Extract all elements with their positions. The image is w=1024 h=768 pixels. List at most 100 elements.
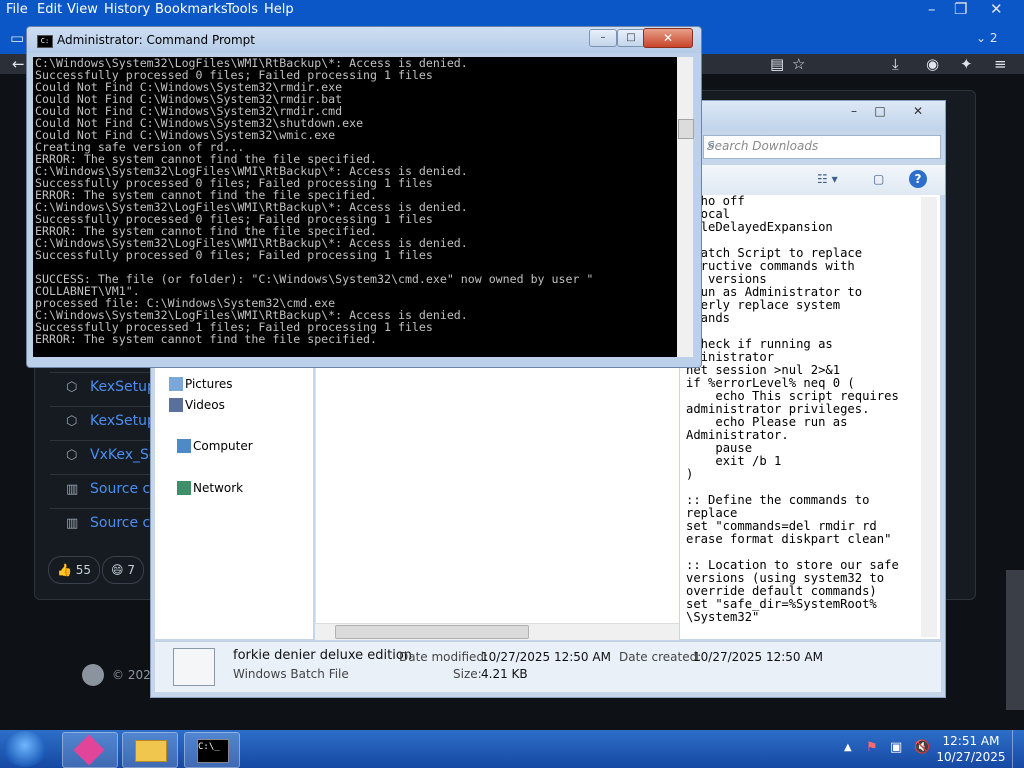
- maximize-button[interactable]: □: [863, 102, 897, 120]
- view-options-icon[interactable]: ☷ ▾: [817, 172, 838, 186]
- minimize-icon[interactable]: –: [928, 0, 936, 19]
- cmd-titlebar: C: Administrator: Command Prompt – □ ✕: [27, 27, 701, 53]
- preview-text: echo off tlocal ableDelayedExpansion Bat…: [686, 194, 899, 624]
- size-label: Size:: [453, 667, 482, 681]
- action-center-icon[interactable]: ⚑: [866, 740, 878, 755]
- close-button[interactable]: ✕: [901, 102, 935, 120]
- maximize-button[interactable]: □: [617, 29, 645, 47]
- reaction-count: 55: [75, 563, 92, 577]
- help-icon[interactable]: ?: [909, 170, 927, 188]
- thumbs-up-icon: 👍: [57, 563, 72, 577]
- menu-bookmarks[interactable]: Bookmarks: [155, 2, 228, 17]
- console-text: C:\Windows\System32\LogFiles\WMI\RtBacku…: [35, 57, 594, 346]
- search-field[interactable]: Search Downloads ⌕: [703, 135, 941, 159]
- command-prompt-window: C: Administrator: Command Prompt – □ ✕ C…: [26, 26, 702, 368]
- nav-network[interactable]: Network: [177, 481, 243, 495]
- taskbar-app-virtualbox[interactable]: [62, 732, 118, 768]
- search-icon[interactable]: ⌕: [707, 138, 936, 153]
- page-scrollbar[interactable]: [1006, 570, 1024, 710]
- close-button[interactable]: ✕: [643, 28, 693, 48]
- cmd-title: Administrator: Command Prompt: [57, 33, 255, 47]
- footer-copyright: © 202: [112, 668, 151, 682]
- menu-edit[interactable]: Edit: [37, 2, 62, 17]
- show-desktop-button[interactable]: [1012, 730, 1024, 768]
- asset-row[interactable]: ▥ Source co: [50, 508, 160, 539]
- network-status-icon[interactable]: ▣: [890, 740, 902, 755]
- show-hidden-icons[interactable]: ▲: [844, 742, 852, 753]
- date-modified-value: 10/27/2025 12:50 AM: [481, 650, 611, 664]
- details-pane: forkie denier deluxe edition Windows Bat…: [155, 641, 941, 692]
- taskbar-app-explorer[interactable]: [122, 732, 178, 768]
- asset-row[interactable]: ▥ Source co: [50, 474, 160, 505]
- back-icon[interactable]: ←: [12, 54, 25, 74]
- pictures-folder-icon: [169, 377, 183, 391]
- network-icon: [177, 481, 191, 495]
- reaction-smile[interactable]: 😄 7: [102, 556, 144, 584]
- menu-help[interactable]: Help: [264, 2, 294, 17]
- reaction-thumbs-up[interactable]: 👍 55: [48, 556, 101, 584]
- reader-icon[interactable]: ▤: [770, 54, 784, 74]
- menu-file[interactable]: File: [6, 2, 28, 17]
- menu-view[interactable]: View: [67, 2, 98, 17]
- file-name: forkie denier deluxe edition: [233, 648, 413, 663]
- menu-history[interactable]: History: [104, 2, 150, 17]
- date-created-label: Date created:: [619, 650, 702, 664]
- batch-file-icon: [173, 648, 215, 686]
- asset-link[interactable]: VxKex_Se: [90, 447, 158, 463]
- asset-row[interactable]: ⬡ VxKex_Se: [50, 440, 160, 471]
- account-icon[interactable]: ◉: [926, 54, 939, 74]
- downloads-icon[interactable]: ⤓: [892, 54, 899, 74]
- extensions-icon[interactable]: ✦: [960, 54, 973, 74]
- close-icon[interactable]: ✕: [990, 0, 1003, 19]
- browser-menubar: File Edit View History Bookmarks Tools H…: [0, 0, 1024, 20]
- taskbar-app-cmd[interactable]: C:\_: [184, 732, 240, 768]
- smile-icon: 😄: [111, 563, 124, 577]
- app-cube-icon: [73, 734, 105, 766]
- github-logo-icon[interactable]: [82, 664, 104, 686]
- asset-link[interactable]: Source co: [90, 515, 159, 531]
- console-scrollbar[interactable]: [677, 57, 693, 357]
- package-icon: ⬡: [66, 380, 78, 395]
- zip-icon: ▥: [66, 482, 79, 497]
- console-scroll-thumb[interactable]: [678, 119, 694, 139]
- bookmark-star-icon[interactable]: ☆: [792, 54, 805, 74]
- tab-count: 2: [989, 31, 998, 45]
- preview-scrollbar[interactable]: [921, 197, 937, 637]
- date-created-value: 10/27/2025 12:50 AM: [693, 650, 823, 664]
- volume-muted-icon[interactable]: 🔇: [914, 740, 930, 755]
- nav-pictures[interactable]: Pictures: [169, 377, 233, 391]
- folder-icon: [135, 740, 167, 762]
- minimize-button[interactable]: –: [589, 29, 617, 47]
- videos-folder-icon: [169, 398, 183, 412]
- asset-link[interactable]: Source co: [90, 481, 159, 497]
- package-icon: ⬡: [66, 448, 78, 463]
- asset-link[interactable]: KexSetup: [90, 413, 156, 429]
- system-clock[interactable]: 12:51 AM 10/27/2025: [936, 733, 1006, 765]
- reaction-count: 7: [127, 563, 135, 577]
- nav-computer[interactable]: Computer: [177, 439, 253, 453]
- file-type: Windows Batch File: [233, 667, 349, 681]
- clock-date: 10/27/2025: [936, 750, 1006, 764]
- size-value: 4.21 KB: [481, 667, 528, 681]
- cmd-app-icon: C:: [37, 35, 53, 48]
- scroll-thumb[interactable]: [335, 625, 529, 639]
- menu-tools[interactable]: Tools: [226, 2, 258, 17]
- package-icon: ⬡: [66, 414, 78, 429]
- preview-pane[interactable]: echo off tlocal ableDelayedExpansion Bat…: [679, 195, 940, 639]
- cmd-icon: C:\_: [197, 739, 229, 763]
- menu-hamburger-icon[interactable]: ≡: [994, 54, 1007, 74]
- restore-icon[interactable]: ❐: [954, 0, 967, 19]
- asset-row[interactable]: ⬡ KexSetup: [50, 406, 160, 437]
- tab-overview-icon[interactable]: ▭: [10, 28, 24, 48]
- date-modified-label: Date modified:: [399, 650, 489, 664]
- computer-icon: [177, 439, 191, 453]
- console-output[interactable]: C:\Windows\System32\LogFiles\WMI\RtBacku…: [33, 57, 677, 357]
- preview-pane-icon[interactable]: ▢: [873, 172, 884, 186]
- asset-row[interactable]: ⬡ KexSetup: [50, 372, 160, 403]
- tab-list-button[interactable]: ⌄ 2: [976, 28, 998, 48]
- asset-link[interactable]: KexSetup: [90, 379, 156, 395]
- zip-icon: ▥: [66, 516, 79, 531]
- nav-videos[interactable]: Videos: [169, 398, 225, 412]
- clock-time: 12:51 AM: [942, 734, 1000, 748]
- start-button[interactable]: [4, 731, 46, 767]
